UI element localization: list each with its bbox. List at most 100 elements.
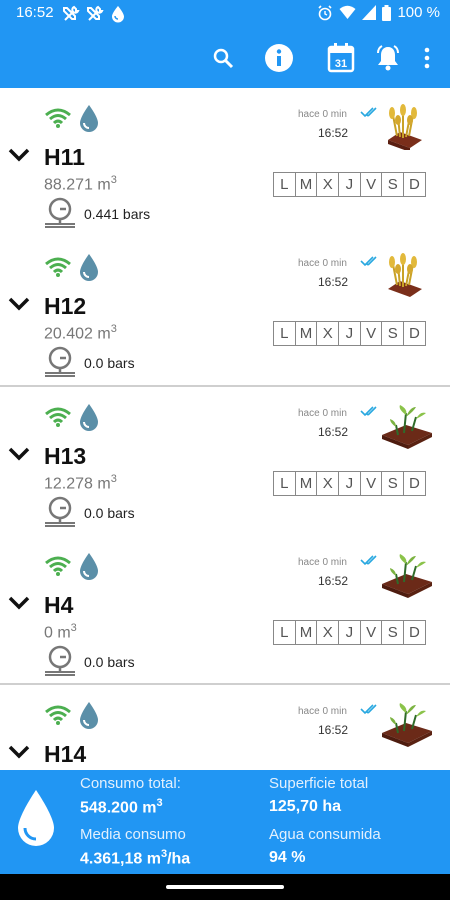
weekday-button[interactable]: J [338, 321, 361, 346]
weekday-button[interactable]: S [381, 471, 405, 496]
water-drop-icon [80, 105, 98, 132]
weekday-selector[interactable]: L M X J V S D [273, 172, 426, 197]
pressure-gauge-icon [45, 197, 75, 228]
wifi-icon [45, 257, 71, 277]
hydrant-volume: 88.271 m3 [44, 174, 117, 194]
double-check-icon [360, 555, 377, 566]
weekday-button[interactable]: L [273, 620, 296, 645]
weekday-button[interactable]: S [381, 172, 405, 197]
status-notification-icons [62, 5, 126, 23]
water-consumed-label: Agua consumida [269, 826, 381, 843]
last-update-time: 16:52 [318, 574, 349, 588]
total-consumption-label: Consumo total: [80, 775, 181, 792]
pressure-gauge-icon [45, 645, 75, 676]
cell-signal-icon [362, 5, 377, 20]
weekday-button[interactable]: X [316, 172, 340, 197]
calendar-day-text: 31 [335, 58, 347, 70]
double-check-icon [360, 107, 377, 118]
hydrant-pressure: 0.441 bars [84, 206, 151, 222]
alarm-icon [318, 4, 333, 20]
wifi-icon [45, 705, 71, 725]
weekday-button[interactable]: M [294, 172, 318, 197]
weekday-button[interactable]: L [273, 172, 296, 197]
chevron-down-icon[interactable] [8, 447, 30, 461]
bell-icon [377, 45, 399, 71]
weekday-selector[interactable]: L M X J V S D [273, 471, 426, 496]
chevron-down-icon[interactable] [8, 297, 30, 311]
weekday-button[interactable]: X [316, 620, 340, 645]
weekday-button[interactable]: V [359, 172, 383, 197]
weekday-button[interactable]: M [294, 620, 318, 645]
weekday-button[interactable]: M [294, 471, 318, 496]
last-update-time: 16:52 [318, 425, 349, 439]
battery-icon [382, 4, 392, 21]
weekday-button[interactable]: D [403, 471, 426, 496]
wifi-icon [45, 407, 71, 427]
calendar-icon: 31 [327, 43, 355, 73]
weekday-button[interactable]: S [381, 620, 405, 645]
weekday-button[interactable]: J [338, 471, 361, 496]
hydrant-item-h11[interactable]: H11 88.271 m3 0.441 bars hace 0 min 16:5… [0, 88, 450, 237]
water-consumed-value: 94 % [269, 849, 306, 866]
water-drop-icon [18, 790, 54, 846]
home-gesture-handle[interactable] [166, 885, 284, 889]
hydrant-name: H14 [44, 741, 87, 767]
weekday-button[interactable]: X [316, 321, 340, 346]
weekday-button[interactable]: V [359, 471, 383, 496]
hydrant-pressure: 0.0 bars [84, 654, 135, 670]
water-drop-icon [80, 404, 98, 431]
last-update-time: 16:52 [318, 126, 349, 140]
hydrant-item-h13[interactable]: H13 12.278 m3 0.0 bars hace 0 min 16:52 … [0, 387, 450, 536]
wheat-crop-icon [388, 253, 422, 297]
weekday-button[interactable]: X [316, 471, 340, 496]
total-consumption-value: 548.200 m3 [80, 797, 163, 817]
weekday-button[interactable]: D [403, 172, 426, 197]
weekday-button[interactable]: J [338, 620, 361, 645]
weekday-button[interactable]: M [294, 321, 318, 346]
hydrant-list[interactable]: H11 88.271 m3 0.441 bars hace 0 min 16:5… [0, 88, 450, 770]
weekday-button[interactable]: L [273, 471, 296, 496]
calendar-button[interactable]: 31 [325, 42, 357, 74]
water-drop-icon [80, 702, 98, 729]
water-drop-icon [80, 254, 98, 281]
wifi-icon [45, 556, 71, 576]
hydrant-item-h14[interactable]: H14 hace 0 min 16:52 [0, 685, 450, 770]
battery-level: 100 % [397, 4, 440, 21]
chevron-down-icon[interactable] [8, 148, 30, 162]
last-seen-text: hace 0 min [298, 258, 347, 269]
weekday-button[interactable]: V [359, 321, 383, 346]
hydrant-volume: 12.278 m3 [44, 473, 117, 493]
notifications-button[interactable] [372, 42, 404, 74]
pressure-gauge-icon [45, 346, 75, 377]
wheat-crop-icon [388, 104, 422, 150]
tools-icon [63, 5, 80, 21]
status-time: 16:52 [16, 4, 54, 21]
weekday-button[interactable]: D [403, 620, 426, 645]
consumption-summary: Consumo total: 548.200 m3 Superficie tot… [0, 770, 450, 874]
sprout-crop-icon [382, 703, 432, 747]
double-check-icon [360, 256, 377, 267]
weekday-button[interactable]: V [359, 620, 383, 645]
last-seen-text: hace 0 min [298, 706, 347, 717]
more-vert-icon [424, 47, 430, 69]
double-check-icon [360, 704, 377, 715]
weekday-selector[interactable]: L M X J V S D [273, 620, 426, 645]
hydrant-name: H4 [44, 592, 74, 618]
water-drop-icon [80, 553, 98, 580]
hydrant-pressure: 0.0 bars [84, 505, 135, 521]
weekday-selector[interactable]: L M X J V S D [273, 321, 426, 346]
hydrant-item-h12[interactable]: H12 20.402 m3 0.0 bars hace 0 min 16:52 … [0, 237, 450, 386]
weekday-button[interactable]: J [338, 172, 361, 197]
tools-icon [87, 5, 104, 21]
weekday-button[interactable]: L [273, 321, 296, 346]
chevron-down-icon[interactable] [8, 596, 30, 610]
hydrant-name: H13 [44, 443, 87, 469]
more-options-button[interactable] [411, 42, 443, 74]
weekday-button[interactable]: D [403, 321, 426, 346]
info-button[interactable] [263, 42, 295, 74]
hydrant-name: H11 [44, 144, 85, 170]
search-button[interactable] [207, 42, 239, 74]
chevron-down-icon[interactable] [8, 745, 30, 759]
weekday-button[interactable]: S [381, 321, 405, 346]
hydrant-item-h4[interactable]: H4 0 m3 0.0 bars hace 0 min 16:52 L M X … [0, 536, 450, 685]
